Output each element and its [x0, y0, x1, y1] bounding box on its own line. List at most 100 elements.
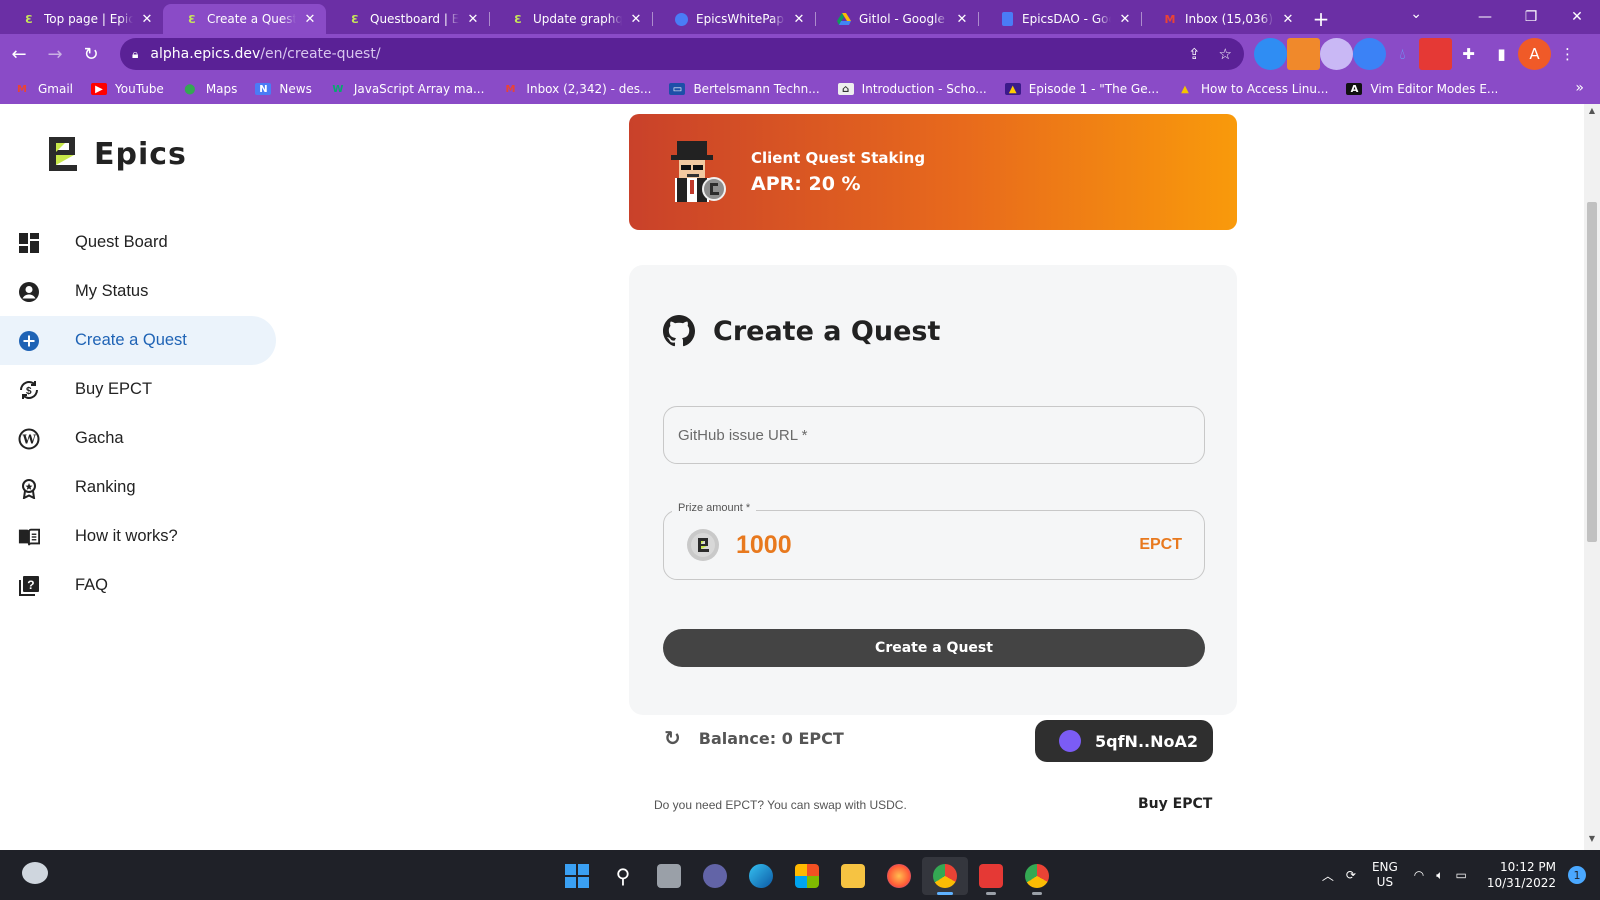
bookmark-item[interactable]: ▲ How to Access Linu...: [1177, 82, 1328, 96]
github-issue-url-input[interactable]: [678, 426, 1204, 444]
edge-button[interactable]: [738, 857, 784, 895]
clock[interactable]: 10:12 PM 10/31/2022: [1487, 859, 1556, 891]
search-button[interactable]: ⚲: [600, 857, 646, 895]
browser-tab[interactable]: GitIol - Google Drive ✕: [815, 4, 978, 34]
scrollbar-thumb[interactable]: [1587, 202, 1597, 542]
sidebar-item-create-quest[interactable]: Create a Quest: [0, 316, 276, 365]
back-arrow-icon[interactable]: ←: [2, 37, 36, 71]
teams-chat-button[interactable]: [692, 857, 738, 895]
extension-blue-icon[interactable]: [1254, 38, 1287, 70]
bookmark-item[interactable]: W JavaScript Array ma...: [330, 82, 484, 96]
metamask-fox-icon[interactable]: [1287, 38, 1320, 70]
refresh-icon[interactable]: ↻: [664, 726, 681, 750]
weather-widget-icon[interactable]: [22, 862, 48, 884]
sidebar-item-gacha[interactable]: W Gacha: [0, 414, 276, 463]
github-issue-url-field[interactable]: [663, 406, 1205, 464]
bookmark-item[interactable]: N News: [255, 82, 312, 96]
sync-icon[interactable]: ⟳: [1346, 868, 1356, 882]
bookmark-item[interactable]: M Inbox (2,342) - des...: [502, 82, 651, 96]
scroll-up-arrow-icon[interactable]: ▲: [1584, 106, 1600, 120]
volume-icon[interactable]: 🔈︎: [1436, 868, 1443, 883]
bookmark-item[interactable]: ⬤ Maps: [182, 82, 237, 96]
sidebar-item-quest-board[interactable]: Quest Board: [0, 218, 276, 267]
close-tab-icon[interactable]: ✕: [465, 12, 481, 27]
scroll-down-arrow-icon[interactable]: ▼: [1584, 834, 1600, 848]
buy-epct-link[interactable]: Buy EPCT: [1138, 796, 1212, 812]
sidebar-item-buy-epct[interactable]: $ Buy EPCT: [0, 365, 276, 414]
bookmark-item[interactable]: ▭ Bertelsmann Techn...: [669, 82, 820, 96]
browser-tab[interactable]: EpicsDAO - Google Docs ✕: [978, 4, 1141, 34]
new-tab-button[interactable]: +: [1304, 4, 1338, 34]
address-bar[interactable]: 🔒︎ alpha.epics.dev/en/create-quest/ ⇪ ☆: [120, 38, 1244, 70]
puzzle-extensions-icon[interactable]: ✚: [1452, 38, 1485, 70]
wallet-address-button[interactable]: 5qfN..NoA2: [1035, 720, 1213, 762]
browser-tab[interactable]: Ɛ Questboard | Epics DAO ✕: [326, 4, 489, 34]
browser-tab[interactable]: M Inbox (15,036) - gmail ✕: [1141, 4, 1304, 34]
start-button[interactable]: [554, 857, 600, 895]
restore-icon[interactable]: ❐: [1508, 0, 1554, 34]
close-tab-icon[interactable]: ✕: [791, 12, 807, 27]
chrome-profile-button[interactable]: [1014, 857, 1060, 895]
reload-icon[interactable]: ↻: [74, 37, 108, 71]
browser-tab[interactable]: Ɛ Top page | Epics DAO ✕: [0, 4, 163, 34]
balance-row: ↻ Balance: 0 EPCT: [664, 726, 844, 750]
store-button[interactable]: [784, 857, 830, 895]
prize-amount-value[interactable]: 1000: [736, 531, 1139, 560]
notification-badge[interactable]: 1: [1568, 866, 1586, 884]
browser-tab-strip: Ɛ Top page | Epics DAO ✕ Ɛ Create a Ques…: [0, 0, 1600, 34]
sidebar-item-faq[interactable]: ? FAQ: [0, 561, 276, 610]
sidebar-item-label: My Status: [75, 282, 149, 300]
browser-tab-active[interactable]: Ɛ Create a Quest | Epics DAO ✕: [163, 4, 326, 34]
url-text[interactable]: alpha.epics.dev/en/create-quest/: [150, 46, 1170, 62]
page-scrollbar[interactable]: ▲ ▼: [1584, 104, 1600, 850]
close-tab-icon[interactable]: ✕: [1117, 12, 1133, 27]
sidebar-item-my-status[interactable]: My Status: [0, 267, 276, 316]
create-quest-button[interactable]: Create a Quest: [663, 629, 1205, 667]
bookmark-item[interactable]: A Vim Editor Modes E...: [1346, 82, 1498, 96]
bookmark-item[interactable]: ▶ YouTube: [91, 82, 164, 96]
file-explorer-button[interactable]: [830, 857, 876, 895]
browser-tab[interactable]: EpicsWhitePaper ✕: [652, 4, 815, 34]
sidebar-item-label: FAQ: [75, 576, 109, 594]
bookmark-star-icon[interactable]: ☆: [1219, 45, 1232, 63]
sidebar-item-ranking[interactable]: Ranking: [0, 463, 276, 512]
browser-menu-icon[interactable]: ⋮: [1551, 38, 1584, 70]
close-tab-icon[interactable]: ✕: [1280, 12, 1296, 27]
sidebar-item-how-it-works[interactable]: How it works?: [0, 512, 276, 561]
tab-search-chevron-icon[interactable]: ⌄: [1410, 6, 1422, 22]
bookmark-item[interactable]: ▲ Episode 1 - "The Ge...: [1004, 82, 1159, 96]
prize-amount-field[interactable]: Prize amount * 1000 EPCT: [663, 502, 1205, 580]
side-panel-icon[interactable]: ▮: [1485, 38, 1518, 70]
dashboard-icon: [18, 232, 40, 254]
share-icon[interactable]: ⇪: [1188, 45, 1201, 63]
close-tab-icon[interactable]: ✕: [628, 12, 644, 27]
chevron-up-icon[interactable]: ︿: [1322, 867, 1334, 884]
sidebar-nav: Quest Board My Status Create a Quest $ B…: [0, 218, 276, 610]
epics-logo[interactable]: Epics: [44, 134, 187, 174]
more-bookmarks-icon[interactable]: »: [1575, 80, 1584, 96]
forward-arrow-icon[interactable]: →: [38, 37, 72, 71]
close-tab-icon[interactable]: ✕: [954, 12, 970, 27]
extension-red-icon[interactable]: [1419, 38, 1452, 70]
bookmark-item[interactable]: ⌂ Introduction - Scho...: [837, 82, 987, 96]
lock-icon[interactable]: 🔒︎: [132, 47, 138, 62]
phantom-wallet-icon[interactable]: [1320, 38, 1353, 70]
close-window-icon[interactable]: ✕: [1554, 0, 1600, 34]
bookmark-item[interactable]: M Gmail: [14, 82, 73, 96]
profile-avatar[interactable]: A: [1518, 38, 1551, 70]
firefox-button[interactable]: [876, 857, 922, 895]
extension-sync-icon[interactable]: [1353, 38, 1386, 70]
droplet-icon[interactable]: 💧︎: [1386, 38, 1419, 70]
close-tab-icon[interactable]: ✕: [139, 12, 155, 27]
news-icon: N: [255, 83, 272, 95]
task-view-button[interactable]: [646, 857, 692, 895]
app-button[interactable]: [968, 857, 1014, 895]
staking-banner[interactable]: Client Quest Staking APR: 20 %: [629, 114, 1237, 230]
chrome-button[interactable]: [922, 857, 968, 895]
browser-tab[interactable]: Ɛ Update graphql-request ✕: [489, 4, 652, 34]
language-indicator[interactable]: ENG US: [1372, 860, 1398, 890]
wifi-icon[interactable]: ◠: [1414, 868, 1424, 882]
close-tab-icon[interactable]: ✕: [302, 12, 318, 27]
minimize-icon[interactable]: —: [1462, 0, 1508, 34]
battery-icon[interactable]: ▭: [1455, 868, 1466, 882]
